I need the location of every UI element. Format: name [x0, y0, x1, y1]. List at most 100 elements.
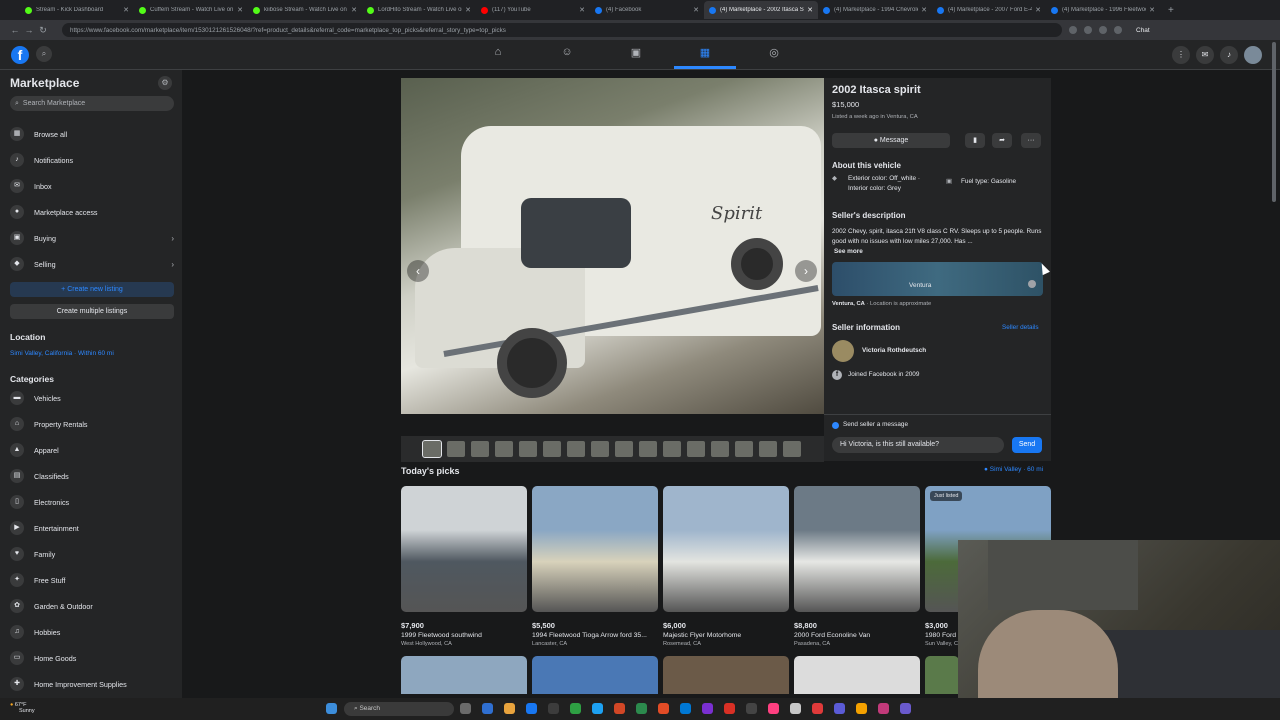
close-tab-icon[interactable]: ✕	[1035, 6, 1041, 14]
category-entertainment[interactable]: ▶ Entertainment	[10, 518, 174, 538]
close-tab-icon[interactable]: ✕	[579, 6, 585, 14]
save-icon[interactable]: ▮	[965, 133, 985, 148]
share-icon[interactable]: ➦	[992, 133, 1012, 148]
see-more-link[interactable]: See more	[834, 247, 863, 257]
browser-tab[interactable]: (4) Marketplace - 2007 Ford E-4 ✕	[932, 1, 1046, 19]
listing-card-image[interactable]	[663, 486, 789, 612]
listing-card-image[interactable]	[532, 656, 658, 694]
sidebar-item-buying[interactable]: ▣ Buying ›	[10, 228, 174, 248]
seller-avatar[interactable]	[832, 340, 854, 362]
browser-tab[interactable]: Cuffem Stream - Watch Live on K ✕	[134, 1, 248, 19]
sidebar-item-marketplace-access[interactable]: ● Marketplace access	[10, 202, 174, 222]
category-home-improvement-supplies[interactable]: ✚ Home Improvement Supplies	[10, 674, 174, 694]
extension-icon[interactable]	[1084, 26, 1092, 34]
forward-icon[interactable]: →	[22, 25, 36, 35]
listing-card-image[interactable]	[401, 486, 527, 612]
message-button[interactable]: ● Message	[832, 133, 950, 148]
taskbar-app-icon[interactable]	[636, 703, 647, 714]
photo-thumbnail[interactable]	[591, 441, 609, 457]
close-tab-icon[interactable]: ✕	[807, 6, 813, 14]
extension-icon[interactable]	[1069, 26, 1077, 34]
taskbar-app-icon[interactable]	[834, 703, 845, 714]
location-link[interactable]: Simi Valley, California · Within 60 mi	[10, 350, 114, 357]
taskbar-app-icon[interactable]	[680, 703, 691, 714]
category-property-rentals[interactable]: ⌂ Property Rentals	[10, 414, 174, 434]
browser-tab[interactable]: (4) Marketplace - 2002 Itasca Sp ✕	[704, 1, 818, 19]
picks-location-link[interactable]: ● Simi Valley · 60 mi	[984, 466, 1043, 473]
messenger-icon[interactable]: ✉	[1196, 46, 1214, 64]
browser-tab[interactable]: (4) Facebook ✕	[590, 1, 704, 19]
listing-card[interactable]: $6,000 Majestic Flyer Motorhome Rosemead, …	[663, 486, 789, 647]
home-icon[interactable]: ⌂	[488, 46, 508, 62]
message-input[interactable]: Hi Victoria, is this still available?	[832, 437, 1004, 453]
next-photo-icon[interactable]: ›	[795, 260, 817, 282]
photo-thumbnail[interactable]	[783, 441, 801, 457]
listing-photo[interactable]: Spirit ‹ ›	[401, 78, 824, 414]
taskbar-app-icon[interactable]	[724, 703, 735, 714]
marketplace-icon[interactable]: ▦	[695, 46, 715, 62]
browser-tab[interactable]: (4) Marketplace - 1996 Fleetwoo ✕	[1046, 1, 1160, 19]
taskbar-app-icon[interactable]	[482, 703, 493, 714]
category-home-goods[interactable]: ▭ Home Goods	[10, 648, 174, 668]
close-tab-icon[interactable]: ✕	[921, 6, 927, 14]
taskbar-app-icon[interactable]	[504, 703, 515, 714]
browser-tab[interactable]: (117) YouTube ✕	[476, 1, 590, 19]
seller-details-link[interactable]: Seller details	[1002, 323, 1039, 333]
back-icon[interactable]: ←	[8, 25, 22, 35]
taskbar-app-icon[interactable]	[746, 703, 757, 714]
close-tab-icon[interactable]: ✕	[465, 6, 471, 14]
video-icon[interactable]: ▣	[626, 46, 646, 62]
sidebar-item-inbox[interactable]: ✉ Inbox	[10, 176, 174, 196]
reload-icon[interactable]: ↻	[36, 25, 50, 36]
sidebar-item-selling[interactable]: ◆ Selling ›	[10, 254, 174, 274]
category-classifieds[interactable]: ▤ Classifieds	[10, 466, 174, 486]
taskbar-app-icon[interactable]	[900, 703, 911, 714]
close-tab-icon[interactable]: ✕	[693, 6, 699, 14]
photo-thumbnail[interactable]	[567, 441, 585, 457]
listing-card-image[interactable]	[794, 656, 920, 694]
category-electronics[interactable]: ▯ Electronics	[10, 492, 174, 512]
listing-card-image[interactable]	[663, 656, 789, 694]
menu-grid-icon[interactable]: ⋮	[1172, 46, 1190, 64]
scrollbar[interactable]	[1272, 42, 1276, 202]
account-avatar[interactable]	[1244, 46, 1262, 64]
search-marketplace-input[interactable]: ⌕ Search Marketplace	[10, 96, 174, 111]
notifications-icon[interactable]: ♪	[1220, 46, 1238, 64]
search-icon[interactable]: ⌕	[36, 46, 52, 62]
taskbar-app-icon[interactable]	[702, 703, 713, 714]
photo-thumbnail[interactable]	[663, 441, 681, 457]
photo-thumbnail[interactable]	[543, 441, 561, 457]
taskbar-app-icon[interactable]	[790, 703, 801, 714]
photo-thumbnail[interactable]	[422, 440, 442, 458]
browser-tab[interactable]: LordHito Stream - Watch Live on ✕	[362, 1, 476, 19]
close-tab-icon[interactable]: ✕	[351, 6, 357, 14]
category-vehicles[interactable]: ▬ Vehicles	[10, 388, 174, 408]
listing-card-image[interactable]	[401, 656, 527, 694]
seller-name[interactable]: Victoria Rothdeutsch	[862, 346, 926, 356]
profile-avatar[interactable]	[1114, 26, 1122, 34]
send-button[interactable]: Send	[1012, 437, 1042, 453]
photo-thumbnail[interactable]	[519, 441, 537, 457]
create-new-listing-button[interactable]: + Create new listing	[10, 282, 174, 297]
chat-button[interactable]: Chat	[1136, 27, 1150, 34]
listing-card-image[interactable]	[532, 486, 658, 612]
taskbar-app-icon[interactable]	[768, 703, 779, 714]
taskbar-app-icon[interactable]	[856, 703, 867, 714]
listing-card[interactable]: $8,800 2000 Ford Econoline Van Pasadena, C…	[794, 486, 920, 647]
weather-widget[interactable]: ● 67°F Sunny	[10, 702, 35, 714]
listing-card-image[interactable]	[794, 486, 920, 612]
taskbar-app-icon[interactable]	[592, 703, 603, 714]
sidebar-item-notifications[interactable]: ♪ Notifications	[10, 150, 174, 170]
category-hobbies[interactable]: ♫ Hobbies	[10, 622, 174, 642]
photo-thumbnail[interactable]	[615, 441, 633, 457]
photo-thumbnail[interactable]	[471, 441, 489, 457]
previous-photo-icon[interactable]: ‹	[407, 260, 429, 282]
photo-thumbnail[interactable]	[495, 441, 513, 457]
taskbar-app-icon[interactable]	[812, 703, 823, 714]
browser-tab[interactable]: Stream - Kick Dashboard ✕	[20, 1, 134, 19]
photo-thumbnail[interactable]	[711, 441, 729, 457]
photo-thumbnail[interactable]	[735, 441, 753, 457]
listing-card[interactable]: $5,500 1994 Fleetwood Tioga Arrow ford 35…	[532, 486, 658, 647]
taskbar-app-icon[interactable]	[878, 703, 889, 714]
taskbar-app-icon[interactable]	[548, 703, 559, 714]
